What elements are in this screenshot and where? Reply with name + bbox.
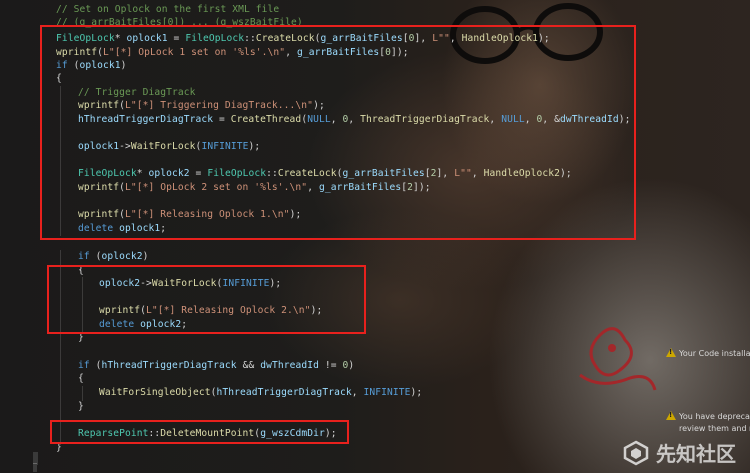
- code-line[interactable]: if (oplock2): [78, 250, 149, 263]
- gutter-marker: [33, 463, 37, 472]
- code-line[interactable]: WaitForSingleObject(hThreadTriggerDiagTr…: [99, 386, 422, 399]
- code-token: hThreadTriggerDiagTrack: [101, 360, 237, 371]
- code-token: }: [78, 401, 84, 412]
- code-token: hThreadTriggerDiagTrack: [216, 387, 352, 398]
- code-token: dwThreadId: [260, 360, 319, 371]
- watermark-text: 先知社区: [656, 442, 736, 466]
- code-token: {: [78, 373, 84, 384]
- code-token: &&: [236, 360, 261, 371]
- highlight-box-oplock1: [40, 25, 636, 240]
- notification-text[interactable]: You have deprecated: [666, 411, 750, 421]
- warning-icon: [666, 411, 676, 420]
- code-token: oplock2: [101, 251, 143, 262]
- code-token: ,: [351, 387, 364, 398]
- code-line[interactable]: {: [78, 372, 84, 385]
- code-token: (: [89, 251, 102, 262]
- highlight-box-oplock2: [47, 265, 366, 334]
- notification-label: Your Code installation: [679, 349, 750, 358]
- code-token: WaitForSingleObject: [99, 387, 211, 398]
- notification-label: review them and mi: [679, 424, 750, 433]
- code-line[interactable]: }: [78, 400, 84, 413]
- code-token: ): [348, 360, 355, 371]
- notification-label: You have deprecated: [679, 412, 750, 421]
- code-token: !=: [318, 360, 343, 371]
- notification-text[interactable]: Your Code installation: [666, 348, 750, 358]
- highlight-box-delete-mount-point: [50, 420, 349, 444]
- code-token: if: [78, 360, 90, 371]
- indent-guide: [82, 386, 83, 401]
- code-token: if: [78, 251, 90, 262]
- code-token: INFINITE: [363, 387, 411, 398]
- code-line[interactable]: if (hThreadTriggerDiagTrack && dwThreadI…: [78, 359, 354, 372]
- warning-icon: [666, 348, 676, 357]
- notification-text[interactable]: review them and mi: [679, 424, 750, 433]
- watermark: 先知社区: [622, 438, 736, 467]
- code-token: ): [142, 251, 149, 262]
- code-token: // Set on Oplock on the first XML file: [56, 4, 280, 15]
- xianzhi-logo-icon: [623, 440, 649, 465]
- code-line[interactable]: // Set on Oplock on the first XML file: [56, 3, 279, 16]
- code-token: );: [410, 387, 423, 398]
- code-token: (: [89, 360, 102, 371]
